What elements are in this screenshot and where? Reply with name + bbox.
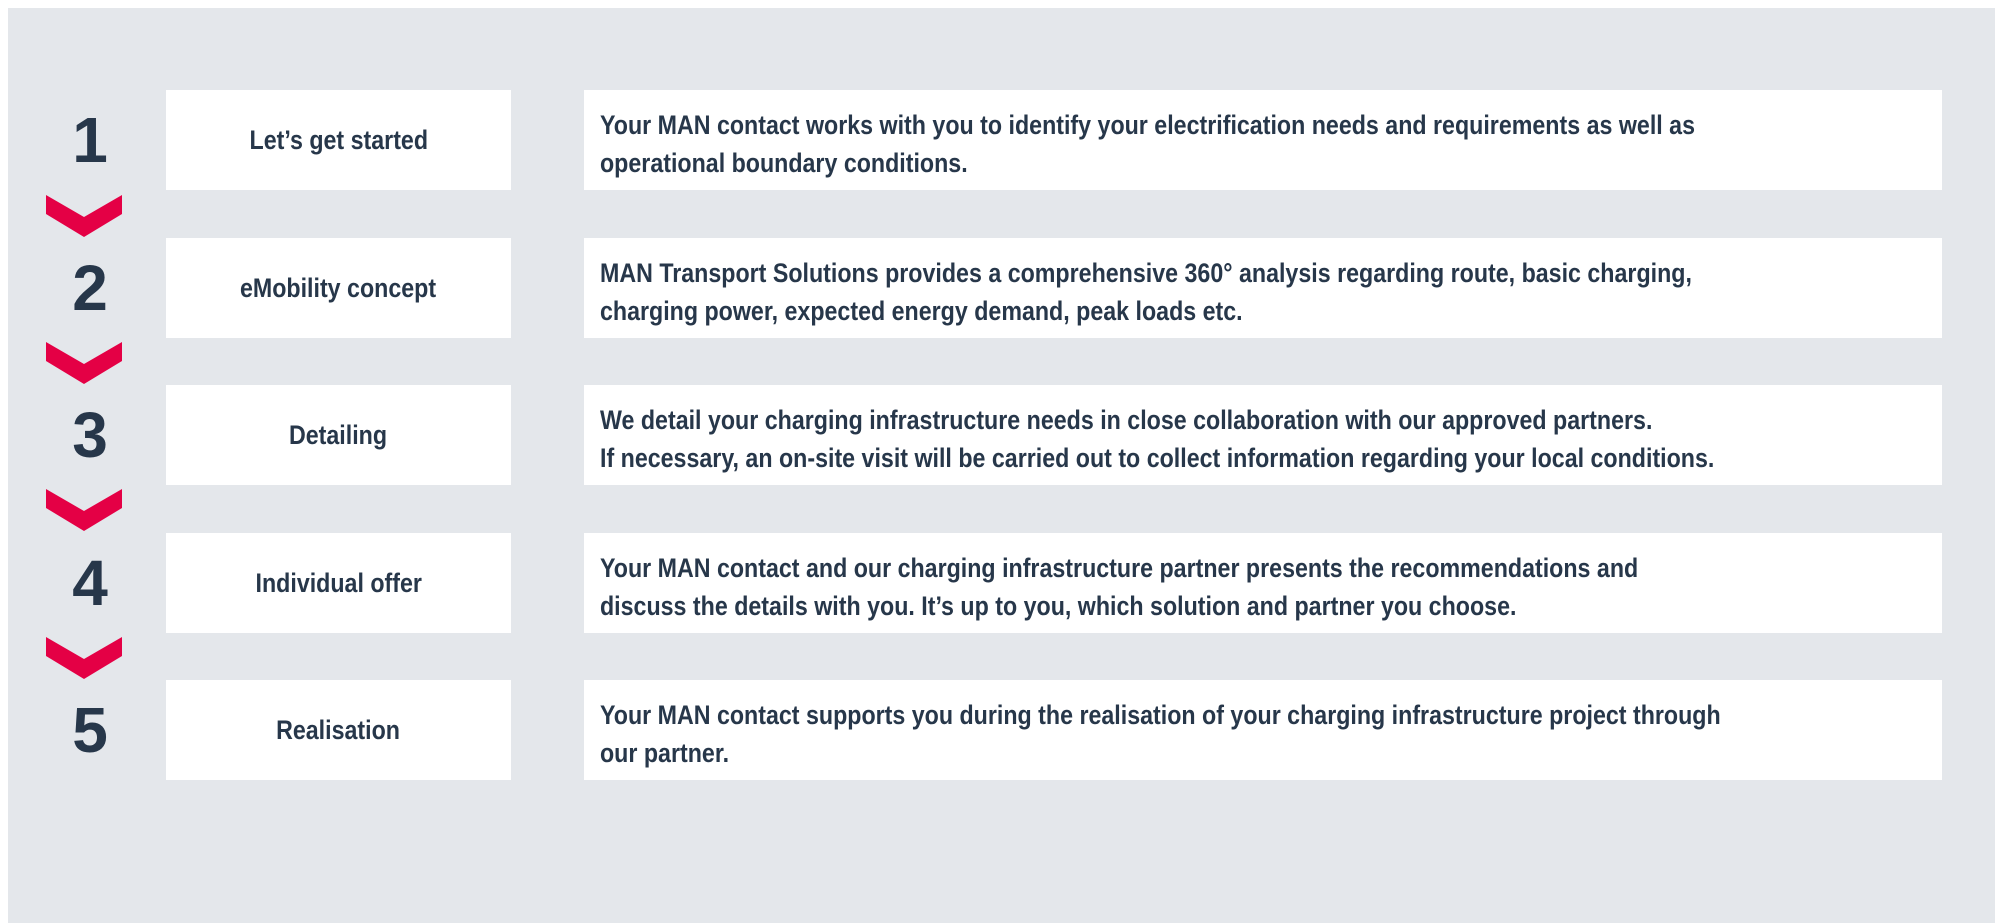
- step-title-box: Individual offer: [166, 533, 511, 633]
- step-title-box: eMobility concept: [166, 238, 511, 338]
- step-title: Let’s get started: [249, 124, 428, 155]
- step-title-box: Detailing: [166, 385, 511, 485]
- step-2: 2 eMobility concept MAN Transport Soluti…: [8, 238, 1995, 338]
- step-title-box: Realisation: [166, 680, 511, 780]
- step-description-box: Your MAN contact and our charging infras…: [584, 533, 1942, 633]
- step-title: Detailing: [289, 419, 388, 450]
- step-description-box: MAN Transport Solutions provides a compr…: [584, 238, 1942, 338]
- step-title: Realisation: [276, 714, 401, 745]
- step-description: Your MAN contact works with you to ident…: [600, 110, 1696, 178]
- step-number: 1: [72, 104, 108, 176]
- step-title: eMobility concept: [240, 272, 437, 303]
- step-3: 3 Detailing We detail your charging infr…: [8, 385, 1995, 485]
- step-number: 2: [72, 252, 108, 324]
- step-description-box: Your MAN contact supports you during the…: [584, 680, 1942, 780]
- step-5: 5 Realisation Your MAN contact supports …: [8, 680, 1995, 780]
- step-number: 4: [72, 547, 108, 619]
- step-4: 4 Individual offer Your MAN contact and …: [8, 533, 1995, 633]
- step-description: We detail your charging infrastructure n…: [600, 405, 1715, 473]
- step-title-box: Let’s get started: [166, 90, 511, 190]
- step-description-box: We detail your charging infrastructure n…: [584, 385, 1942, 485]
- process-panel: 1 Let’s get started Your MAN contact wor…: [8, 8, 1995, 923]
- chevron-down-icon: [46, 342, 122, 384]
- step-description: Your MAN contact supports you during the…: [600, 700, 1721, 768]
- step-number: 3: [72, 399, 108, 471]
- chevron-down-icon: [46, 195, 122, 237]
- chevron-down-icon: [46, 489, 122, 531]
- step-description: MAN Transport Solutions provides a compr…: [600, 258, 1692, 326]
- step-1: 1 Let’s get started Your MAN contact wor…: [8, 90, 1995, 190]
- step-title: Individual offer: [255, 567, 422, 598]
- step-description: Your MAN contact and our charging infras…: [600, 553, 1639, 621]
- step-description-box: Your MAN contact works with you to ident…: [584, 90, 1942, 190]
- step-number: 5: [72, 694, 108, 766]
- chevron-down-icon: [46, 637, 122, 679]
